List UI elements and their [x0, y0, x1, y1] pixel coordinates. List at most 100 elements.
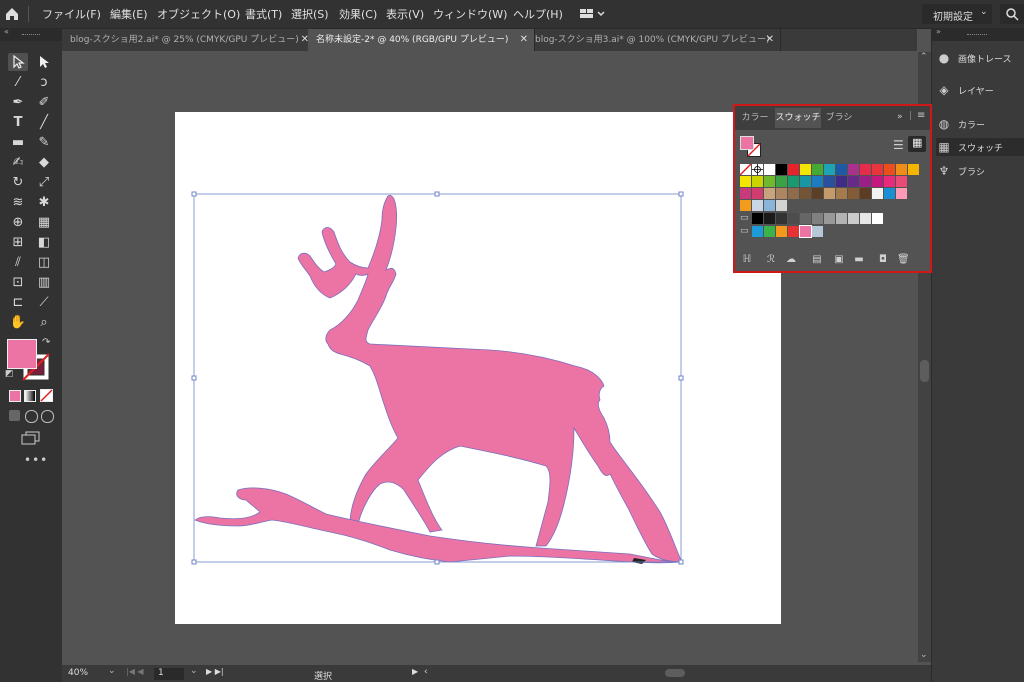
eraser-tool-icon[interactable]: ◆	[34, 154, 54, 172]
swap-fill-stroke-icon[interactable]: ↷	[42, 337, 50, 348]
color-swatch[interactable]	[848, 213, 859, 224]
color-mode-button[interactable]	[9, 390, 21, 402]
color-swatch[interactable]	[872, 213, 883, 224]
expand-panel-icon[interactable]: »	[897, 112, 903, 122]
color-swatch[interactable]	[752, 176, 763, 187]
color-swatch[interactable]	[752, 226, 763, 237]
blend-tool-icon[interactable]: ◫	[34, 254, 54, 272]
rectangle-tool-icon[interactable]: ▬	[8, 134, 28, 152]
color-swatch[interactable]	[800, 176, 811, 187]
scroll-down-icon[interactable]: ⌄	[920, 650, 928, 660]
resize-handle[interactable]	[191, 191, 197, 197]
lasso-tool-icon[interactable]: ↄ	[34, 74, 54, 92]
color-swatch[interactable]	[788, 213, 799, 224]
next-artboard-icon[interactable]: ▶ ▶|	[206, 667, 224, 676]
grid-view-button[interactable]: ▦	[908, 136, 926, 152]
zoom-tool-icon[interactable]: ⌕	[34, 314, 54, 332]
color-swatch[interactable]	[740, 200, 751, 211]
home-icon[interactable]	[4, 6, 20, 22]
artboard-tool-icon[interactable]: ⊏	[8, 294, 28, 312]
dock-item-layers[interactable]: ◈ レイヤー	[936, 81, 1024, 99]
color-swatch[interactable]	[848, 164, 859, 175]
deer-silhouette-artwork[interactable]	[190, 190, 690, 570]
draw-inside-icon[interactable]	[41, 410, 54, 423]
workspace-switcher[interactable]: 初期設定 ⌄	[922, 4, 992, 24]
first-artboard-icon[interactable]: |◀ ◀	[126, 667, 144, 676]
color-swatch[interactable]	[740, 188, 751, 199]
color-swatch[interactable]	[776, 176, 787, 187]
color-swatch[interactable]	[896, 164, 907, 175]
menu-view[interactable]: 表示(V)	[386, 6, 424, 22]
color-swatch[interactable]	[824, 164, 835, 175]
color-swatch[interactable]	[788, 188, 799, 199]
gradient-tool-icon[interactable]: ◧	[34, 234, 54, 252]
list-view-icon[interactable]: ☰	[893, 138, 904, 152]
edit-toolbar-icon[interactable]: •••	[24, 453, 48, 467]
hand-tool-icon[interactable]: ✋	[8, 314, 28, 332]
artboard-number-field[interactable]: 1	[154, 668, 184, 680]
tab-document-1[interactable]: blog-スクショ用2.ai* @ 25% (CMYK/GPU プレビュー) ✕	[62, 29, 316, 51]
color-group-folder-icon[interactable]: ▭	[740, 213, 749, 223]
scroll-left-icon[interactable]: ‹	[424, 667, 428, 677]
color-swatch[interactable]	[812, 213, 823, 224]
color-swatch[interactable]	[836, 188, 847, 199]
color-swatch[interactable]	[872, 164, 883, 175]
color-swatch[interactable]	[764, 164, 775, 175]
color-swatch[interactable]	[884, 188, 895, 199]
gradient-mode-button[interactable]	[24, 390, 36, 402]
menu-object[interactable]: オブジェクト(O)	[157, 6, 240, 22]
color-swatch[interactable]	[884, 164, 895, 175]
default-fill-stroke-icon[interactable]: ◩	[5, 369, 14, 379]
color-swatch[interactable]	[776, 164, 787, 175]
color-swatch[interactable]	[812, 176, 823, 187]
curvature-tool-icon[interactable]: ✐	[34, 94, 54, 112]
dock-item-swatches[interactable]: ▦ スウォッチ	[936, 138, 1024, 156]
menu-type[interactable]: 書式(T)	[245, 6, 282, 22]
color-swatch[interactable]	[776, 200, 787, 211]
color-swatch[interactable]	[872, 188, 883, 199]
scroll-thumb[interactable]	[920, 360, 929, 382]
fill-color-swatch[interactable]	[7, 339, 37, 369]
new-color-group-icon[interactable]: ▬	[853, 254, 865, 266]
add-to-library-icon[interactable]: ℛ	[765, 254, 777, 266]
resize-handle[interactable]	[434, 559, 440, 565]
color-swatch[interactable]	[764, 213, 775, 224]
column-graph-tool-icon[interactable]: ▥	[34, 274, 54, 292]
color-swatch[interactable]	[908, 164, 919, 175]
symbol-sprayer-tool-icon[interactable]: ⊡	[8, 274, 28, 292]
delete-swatch-icon[interactable]: 🗑	[897, 254, 910, 266]
none-mode-button[interactable]	[40, 389, 53, 402]
color-swatch[interactable]	[860, 164, 871, 175]
color-swatch[interactable]	[739, 163, 752, 176]
color-swatch[interactable]	[788, 164, 799, 175]
color-swatch[interactable]	[836, 213, 847, 224]
perspective-grid-tool-icon[interactable]: ▦	[34, 214, 54, 232]
panel-fill-swatch[interactable]	[740, 136, 754, 150]
deer-shape[interactable]	[297, 195, 683, 563]
color-swatch[interactable]	[776, 188, 787, 199]
menu-effect[interactable]: 効果(C)	[339, 6, 377, 22]
dock-item-image-trace[interactable]: ● 画像トレース	[936, 49, 1024, 67]
color-swatch[interactable]	[848, 176, 859, 187]
tab-swatches[interactable]: スウォッチ	[775, 108, 821, 128]
color-swatch[interactable]	[764, 200, 775, 211]
color-swatch[interactable]	[824, 176, 835, 187]
shaper-tool-icon[interactable]: ✍	[8, 154, 28, 172]
color-swatch[interactable]	[788, 226, 799, 237]
zoom-level[interactable]: 40%	[68, 668, 88, 678]
show-kinds-icon[interactable]: ▤	[811, 254, 823, 266]
draw-normal-icon[interactable]	[9, 410, 20, 421]
menu-help[interactable]: ヘルプ(H)	[513, 6, 563, 22]
color-swatch[interactable]	[848, 188, 859, 199]
menu-window[interactable]: ウィンドウ(W)	[433, 6, 507, 22]
slice-tool-icon[interactable]: ⟋	[34, 294, 54, 312]
draw-behind-icon[interactable]	[25, 410, 38, 423]
mesh-tool-icon[interactable]: ⊞	[8, 234, 28, 252]
eyedropper-tool-icon[interactable]: ⫽	[8, 254, 28, 272]
color-swatch[interactable]	[812, 188, 823, 199]
horizontal-scroll-thumb[interactable]	[665, 669, 685, 677]
tab-color[interactable]: カラー	[737, 108, 773, 128]
color-swatch[interactable]	[896, 176, 907, 187]
color-swatch[interactable]	[776, 213, 787, 224]
color-swatch[interactable]	[764, 226, 775, 237]
